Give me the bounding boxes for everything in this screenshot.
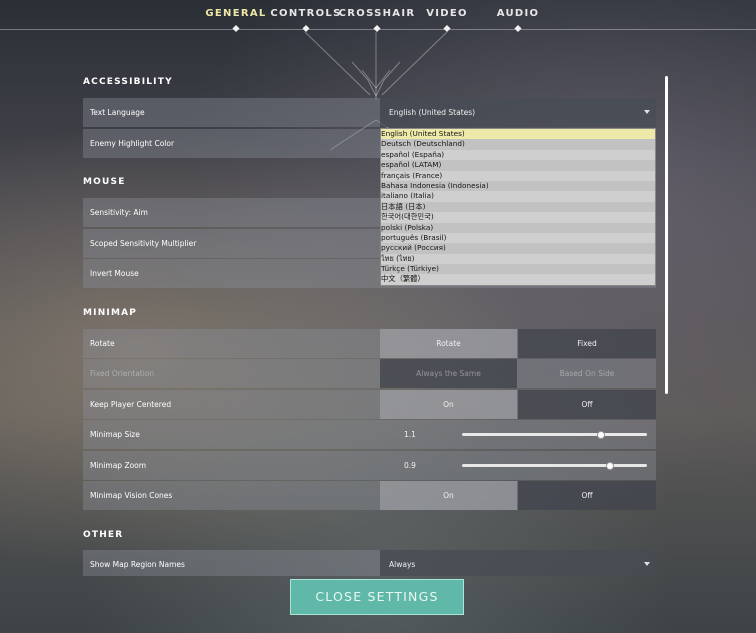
section-mouse: MOUSE [83, 177, 126, 187]
setting-label: Sensitivity: Aim [90, 208, 148, 217]
setting-label: Scoped Sensitivity Multiplier [90, 239, 197, 248]
tab-crosshair[interactable]: CROSSHAIR [339, 8, 416, 19]
tab-audio[interactable]: AUDIO [497, 8, 540, 19]
setting-minimap-vision-cones: Minimap Vision Cones On Off [83, 481, 656, 510]
tab-marker-icon [514, 24, 522, 33]
keep-centered-on[interactable]: On [380, 390, 517, 419]
close-settings-button[interactable]: CLOSE SETTINGS [290, 579, 464, 615]
language-option[interactable]: русский (Россия) [381, 243, 655, 254]
language-option[interactable]: português (Brasil) [381, 232, 655, 244]
settings-scrollbar[interactable] [665, 76, 668, 394]
setting-label: Minimap Zoom [90, 461, 147, 470]
language-option[interactable]: polski (Polska) [381, 222, 655, 233]
fixed-orientation-always-same[interactable]: Always the Same [380, 359, 517, 388]
minimap-zoom-slider[interactable] [462, 462, 647, 470]
select-value: Always [389, 560, 416, 569]
setting-show-map-region-names: Show Map Region Names Always [83, 550, 656, 576]
setting-minimap-zoom: Minimap Zoom 0.9 [83, 451, 656, 480]
setting-text-language: Text Language English (United States) [83, 98, 656, 127]
text-language-select[interactable]: English (United States) [380, 98, 656, 127]
tab-controls[interactable]: CONTROLS [270, 8, 341, 19]
language-option[interactable]: English (United States) [381, 129, 655, 140]
setting-label: Keep Player Centered [90, 400, 172, 409]
slider-thumb[interactable] [606, 462, 614, 470]
rotate-option-fixed[interactable]: Fixed [518, 329, 656, 358]
setting-rotate: Rotate Rotate Fixed [83, 329, 656, 358]
setting-label: Rotate [90, 339, 115, 348]
tab-general[interactable]: GENERAL [205, 8, 266, 19]
slider-thumb[interactable] [596, 431, 605, 439]
vision-cones-on[interactable]: On [380, 481, 517, 510]
tab-marker-icon [443, 24, 451, 33]
section-other: OTHER [83, 530, 124, 540]
language-option[interactable]: español (España) [381, 149, 655, 161]
setting-label: Minimap Size [90, 430, 140, 439]
vision-cones-off[interactable]: Off [518, 481, 656, 510]
language-option[interactable]: français (France) [381, 170, 655, 181]
language-option[interactable]: 한국어(대한민국) [381, 212, 655, 223]
section-accessibility: ACCESSIBILITY [83, 77, 173, 87]
chevron-down-icon [644, 562, 650, 566]
setting-keep-player-centered: Keep Player Centered On Off [83, 390, 656, 419]
language-option[interactable]: ไทย (ไทย) [381, 253, 655, 265]
setting-label: Invert Mouse [90, 269, 139, 278]
setting-label: Enemy Highlight Color [90, 139, 175, 148]
tab-marker-icon [302, 24, 310, 33]
select-value: English (United States) [389, 108, 476, 117]
language-option[interactable]: Türkçe (Türkiye) [381, 264, 655, 275]
language-option[interactable]: 中文（繁體） [381, 274, 655, 285]
language-dropdown-list: English (United States) Deutsch (Deutschl… [380, 128, 656, 286]
setting-label: Minimap Vision Cones [90, 491, 173, 500]
minimap-size-value: 1.1 [404, 430, 416, 439]
minimap-size-slider[interactable] [462, 431, 647, 439]
tab-video[interactable]: VIDEO [426, 8, 468, 19]
setting-label: Fixed Orientation [90, 369, 155, 378]
tab-marker-icon [232, 24, 240, 33]
setting-minimap-size: Minimap Size 1.1 [83, 420, 656, 449]
language-option[interactable]: español (LATAM) [381, 160, 655, 171]
section-minimap: MINIMAP [83, 308, 138, 318]
chevron-down-icon [644, 110, 650, 114]
setting-label: Show Map Region Names [90, 560, 185, 569]
language-option[interactable]: Deutsch (Deutschland) [381, 139, 655, 150]
minimap-zoom-value: 0.9 [404, 461, 416, 470]
fixed-orientation-based-on-side[interactable]: Based On Side [518, 359, 656, 388]
region-names-select[interactable]: Always [380, 550, 656, 576]
language-option[interactable]: Bahasa Indonesia (Indonesia) [381, 180, 655, 192]
tab-marker-icon [373, 24, 381, 33]
setting-label: Text Language [90, 108, 145, 117]
rotate-option-rotate[interactable]: Rotate [380, 329, 517, 358]
settings-tabs: GENERAL CONTROLS CROSSHAIR VIDEO AUDIO [0, 0, 756, 33]
setting-fixed-orientation: Fixed Orientation Always the Same Based … [83, 359, 656, 388]
keep-centered-off[interactable]: Off [518, 390, 656, 419]
language-option[interactable]: italiano (Italia) [381, 191, 655, 202]
language-option[interactable]: 日本語 (日本) [381, 201, 655, 213]
